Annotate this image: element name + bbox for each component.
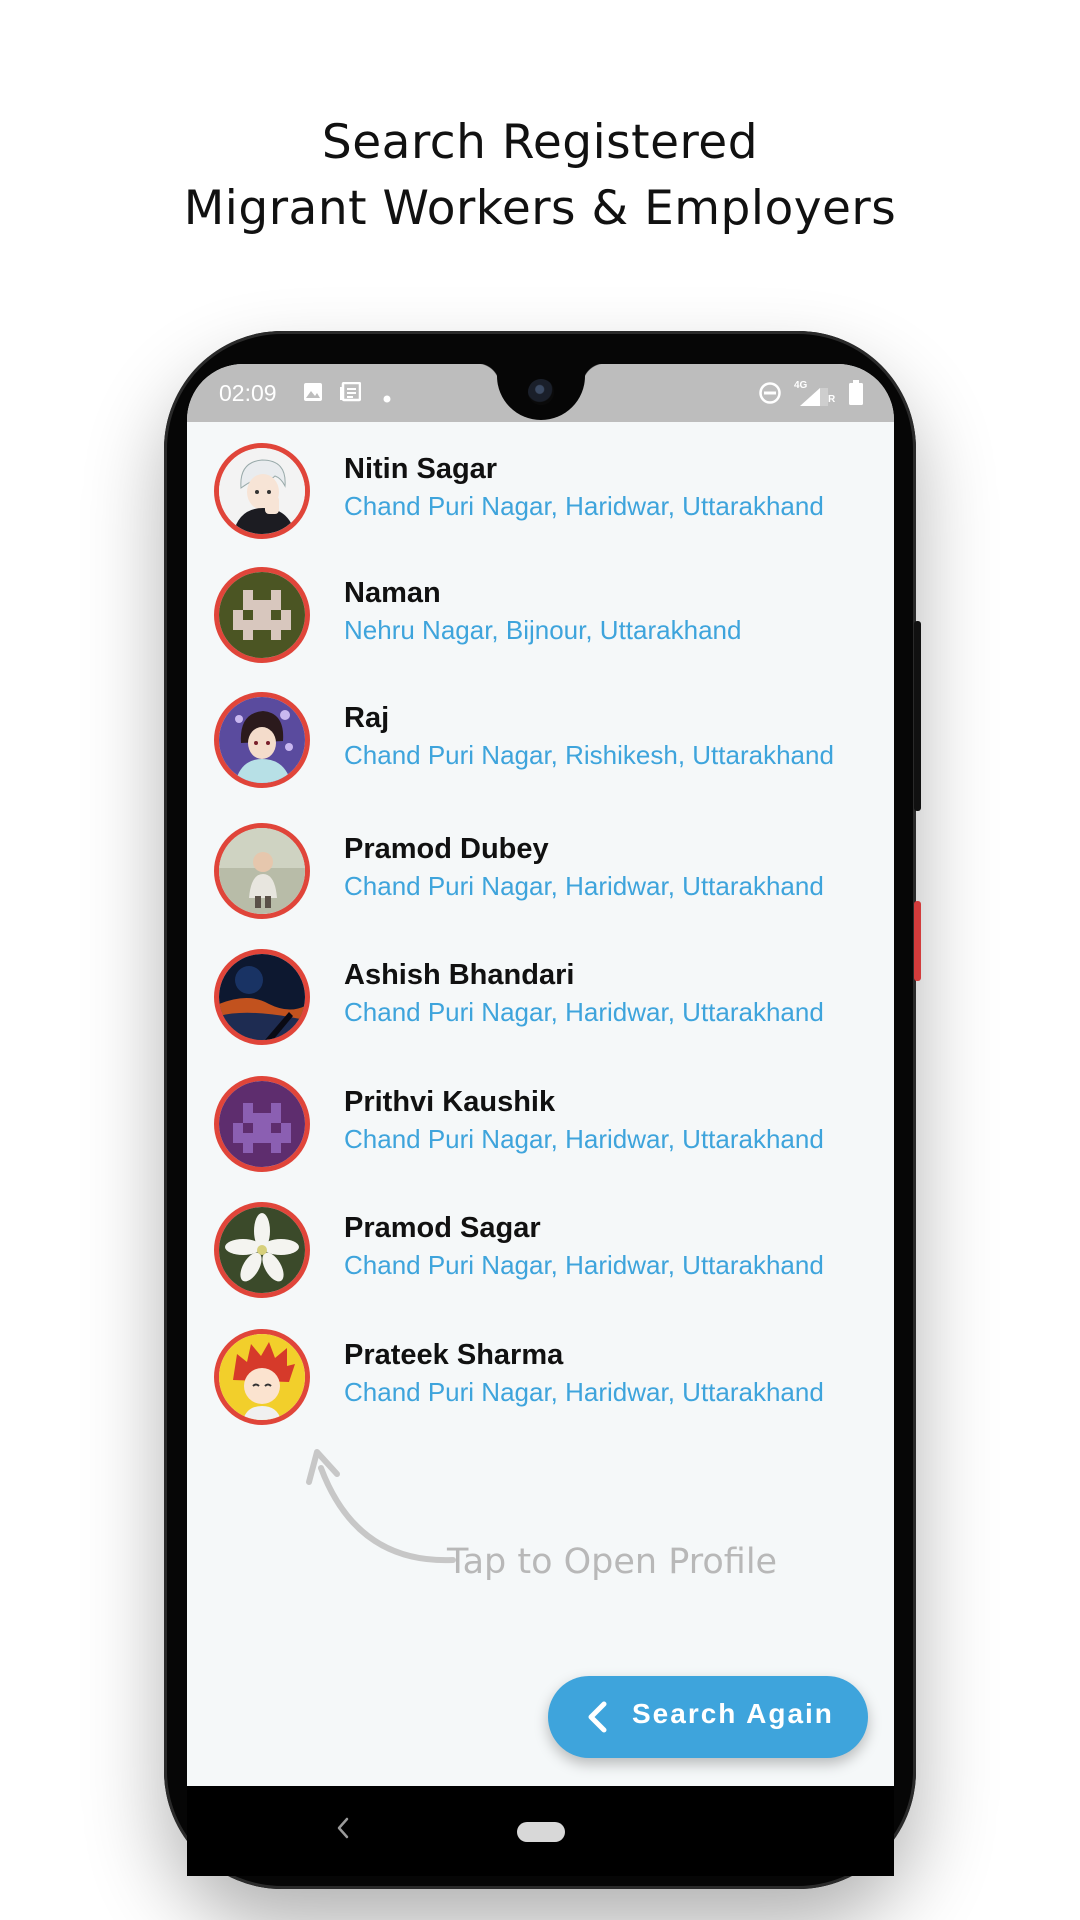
contact-name: Prithvi Kaushik	[344, 1086, 556, 1118]
promo-canvas: Search Registered Migrant Workers & Empl…	[0, 0, 1080, 1920]
avatar	[214, 823, 310, 919]
list-item[interactable]: Ashish Bhandari Chand Puri Nagar, Haridw…	[187, 949, 894, 1059]
contact-address: Chand Puri Nagar, Haridwar, Uttarakhand	[344, 997, 824, 1027]
status-icons: 4G R	[758, 380, 864, 411]
contact-name: Raj	[344, 702, 390, 734]
avatar	[214, 1329, 310, 1425]
avatar	[214, 1076, 310, 1172]
contact-name: Ashish Bhandari	[344, 959, 575, 991]
camera-notch	[477, 364, 605, 420]
headline-line-1: Search Registered	[321, 115, 759, 170]
list-item[interactable]: Raj Chand Puri Nagar, Rishikesh, Uttarak…	[187, 692, 894, 802]
avatar	[214, 567, 310, 663]
signal-icon: 4G R	[794, 380, 836, 408]
image-icon	[303, 382, 323, 407]
child-photo-avatar-icon	[219, 828, 305, 914]
avatar	[214, 949, 310, 1045]
contact-name: Nitin Sagar	[344, 453, 498, 485]
back-nav-icon[interactable]	[335, 1816, 351, 1840]
do-not-disturb-icon	[758, 381, 782, 410]
contact-name: Naman	[344, 577, 441, 609]
system-nav-bar	[187, 1786, 894, 1876]
list-item[interactable]: Pramod Dubey Chand Puri Nagar, Haridwar,…	[187, 823, 894, 933]
power-button	[914, 621, 921, 811]
status-time: 02:09	[219, 380, 277, 406]
status-bar: 02:09 4G R	[187, 364, 894, 422]
avatar	[214, 692, 310, 788]
contact-address: Chand Puri Nagar, Haridwar, Uttarakhand	[344, 1250, 824, 1280]
contact-name: Prateek Sharma	[344, 1339, 564, 1371]
contact-name: Pramod Sagar	[344, 1212, 541, 1244]
avatar	[214, 443, 310, 539]
list-item[interactable]: Prateek Sharma Chand Puri Nagar, Haridwa…	[187, 1329, 894, 1439]
contact-address: Chand Puri Nagar, Haridwar, Uttarakhand	[344, 1377, 824, 1407]
contact-name: Pramod Dubey	[344, 833, 549, 865]
contact-address: Nehru Nagar, Bijnour, Uttarakhand	[344, 615, 742, 645]
contact-address: Chand Puri Nagar, Rishikesh, Uttarakhand	[344, 740, 834, 770]
list-item[interactable]: Nitin Sagar Chand Puri Nagar, Haridwar, …	[187, 443, 894, 553]
contact-address: Chand Puri Nagar, Haridwar, Uttarakhand	[344, 871, 824, 901]
list-item[interactable]: Prithvi Kaushik Chand Puri Nagar, Haridw…	[187, 1076, 894, 1186]
night-scene-avatar-icon	[219, 954, 305, 1040]
anime-swordsman-avatar-icon	[219, 697, 305, 783]
chevron-left-icon	[588, 1701, 607, 1733]
headline-line-2: Migrant Workers & Employers	[183, 181, 897, 236]
white-flower-avatar-icon	[219, 1207, 305, 1293]
notification-dot-icon	[383, 390, 391, 408]
curved-arrow-icon	[306, 1449, 456, 1564]
camera-icon	[528, 379, 554, 405]
news-icon	[339, 381, 362, 407]
battery-icon	[848, 380, 864, 411]
pixel-invader-olive-avatar-icon	[219, 572, 305, 658]
list-item[interactable]: Pramod Sagar Chand Puri Nagar, Haridwar,…	[187, 1202, 894, 1312]
avatar	[214, 1202, 310, 1298]
anime-boy-avatar-icon	[219, 448, 305, 534]
list-item[interactable]: Naman Nehru Nagar, Bijnour, Uttarakhand	[187, 567, 894, 677]
red-hair-anime-avatar-icon	[219, 1334, 305, 1420]
tap-hint-text: Tap to Open Profile	[447, 1542, 778, 1582]
pixel-invader-purple-avatar-icon	[219, 1081, 305, 1167]
phone-screen: 02:09 4G R Nitin Sagar Chand Puri Nagar,…	[187, 364, 894, 1786]
contact-address: Chand Puri Nagar, Haridwar, Uttarakhand	[344, 1124, 824, 1154]
sim-label: R	[828, 393, 836, 405]
home-pill-button[interactable]	[517, 1822, 565, 1842]
search-again-button[interactable]: Search Again	[548, 1676, 868, 1758]
volume-button	[914, 901, 921, 981]
search-again-label: Search Again	[632, 1698, 834, 1729]
promo-headline: Search Registered Migrant Workers & Empl…	[0, 110, 1080, 242]
contact-address: Chand Puri Nagar, Haridwar, Uttarakhand	[344, 491, 824, 521]
